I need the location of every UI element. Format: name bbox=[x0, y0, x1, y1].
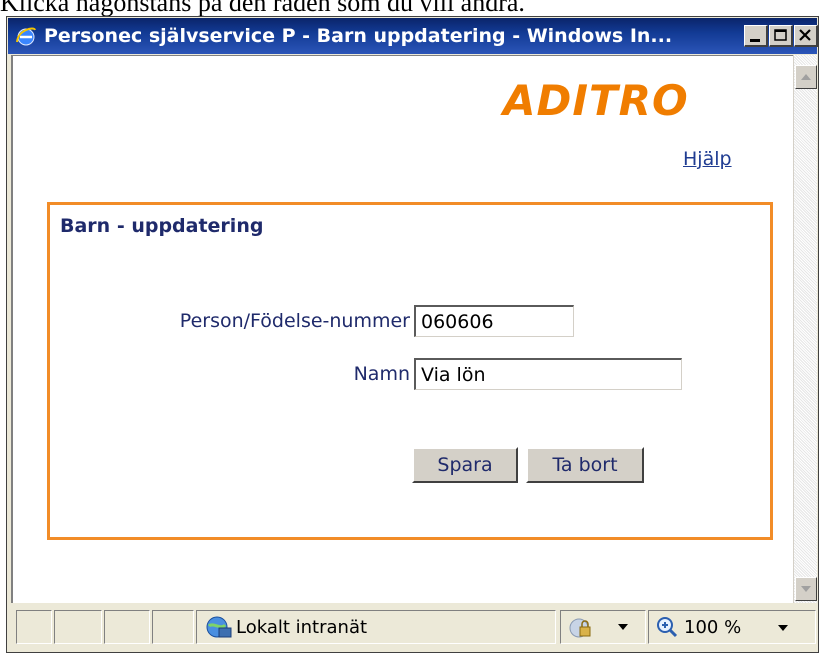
name-input[interactable] bbox=[414, 358, 682, 390]
window-titlebar[interactable]: Personec självservice P - Barn uppdateri… bbox=[8, 18, 818, 54]
zoom-icon bbox=[657, 617, 678, 638]
minimize-icon bbox=[750, 39, 760, 42]
maximize-icon bbox=[774, 29, 787, 41]
scroll-up-icon bbox=[801, 74, 811, 80]
status-bar: Lokalt intranät 100 % bbox=[8, 605, 817, 651]
scroll-up-button[interactable] bbox=[795, 65, 817, 89]
pnr-input[interactable] bbox=[414, 305, 574, 337]
status-cell bbox=[152, 610, 194, 644]
page-content: ADITRO Hjälp Barn - uppdatering Person/F… bbox=[11, 55, 793, 603]
help-link[interactable]: Hjälp bbox=[683, 148, 732, 170]
zone-text: Lokalt intranät bbox=[236, 617, 368, 638]
security-cell[interactable] bbox=[560, 610, 646, 644]
zoom-text: 100 % bbox=[684, 617, 742, 638]
name-label: Namn bbox=[353, 363, 410, 385]
security-icon bbox=[569, 618, 591, 638]
aditro-logo: ADITRO bbox=[503, 76, 689, 125]
intranet-icon bbox=[206, 616, 232, 638]
maximize-button[interactable] bbox=[769, 25, 793, 47]
dropdown-icon bbox=[618, 624, 628, 630]
status-cell bbox=[104, 610, 150, 644]
pnr-label: Person/Födelse-nummer bbox=[179, 310, 410, 332]
browser-window: Personec självservice P - Barn uppdateri… bbox=[6, 16, 819, 653]
status-cell bbox=[16, 610, 52, 644]
status-cell bbox=[54, 610, 102, 644]
close-button[interactable] bbox=[794, 25, 818, 47]
window-title: Personec självservice P - Barn uppdateri… bbox=[44, 25, 673, 47]
ie-icon bbox=[16, 27, 36, 46]
zoom-dropdown-icon[interactable] bbox=[777, 624, 789, 632]
delete-button[interactable]: Ta bort bbox=[526, 447, 644, 483]
scroll-down-button[interactable] bbox=[795, 577, 817, 601]
close-icon bbox=[799, 29, 811, 41]
vertical-scrollbar[interactable] bbox=[793, 55, 817, 603]
update-panel: Barn - uppdatering Person/Födelse-nummer… bbox=[47, 202, 773, 540]
scroll-down-icon bbox=[801, 586, 811, 592]
panel-title: Barn - uppdatering bbox=[60, 215, 264, 237]
save-button[interactable]: Spara bbox=[412, 447, 518, 483]
minimize-button[interactable] bbox=[744, 25, 768, 47]
